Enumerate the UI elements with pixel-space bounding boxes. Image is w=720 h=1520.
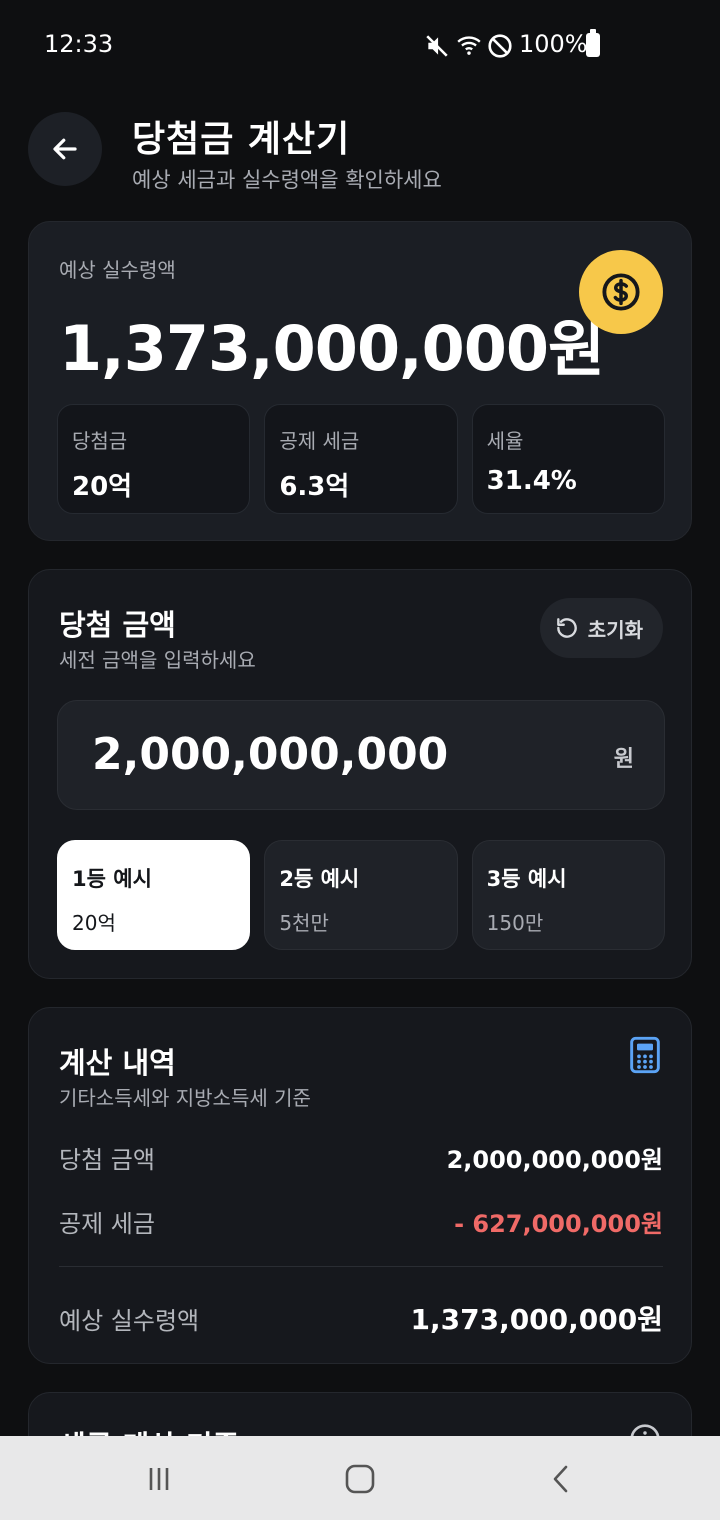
wifi-icon: [457, 36, 481, 55]
stat-tax: 공제 세금 6.3억: [264, 404, 458, 514]
net-amount-label: 예상 실수령액: [59, 258, 176, 282]
divider: [59, 1266, 663, 1267]
breakdown-row-total: 예상 실수령액 1,373,000,000원: [59, 1298, 663, 1338]
preset-amount: 5천만: [279, 911, 329, 935]
recent-apps-icon: [149, 1468, 169, 1490]
row-value: 2,000,000,000원: [446, 1146, 663, 1174]
section-subtitle: 세전 금액을 입력하세요: [59, 648, 256, 672]
section-title: 당첨 금액: [59, 608, 176, 642]
row-label: 당첨 금액: [59, 1146, 155, 1174]
mute-icon: [426, 35, 448, 57]
preset-amount: 20억: [72, 911, 116, 935]
stat-label: 당첨금: [72, 429, 128, 453]
preset-amount: 150만: [486, 911, 544, 935]
stat-value: 6.3억: [279, 472, 350, 502]
refresh-icon: [556, 618, 577, 638]
section-title: 계산 내역: [59, 1046, 176, 1080]
prize-amount-input[interactable]: 2,000,000,000 원: [57, 700, 665, 810]
breakdown-row-prize: 당첨 금액 2,000,000,000원: [59, 1140, 663, 1175]
status-bar: 12:33 100%: [0, 0, 720, 90]
stat-label: 세율: [486, 429, 524, 453]
calculation-breakdown-card: 계산 내역 기타소득세와 지방소득세 기준 당첨 금액 2,000,000,00…: [28, 1007, 692, 1364]
row-label: 예상 실수령액: [59, 1306, 200, 1335]
preset-name: 1등 예시: [72, 867, 152, 891]
preset-first-prize[interactable]: 1등 예시 20억: [57, 840, 251, 950]
stat-label: 공제 세금: [279, 429, 360, 453]
currency-unit: 원: [613, 747, 634, 772]
chevron-left-icon: [553, 1465, 568, 1493]
summary-stats: 당첨금 20억 공제 세금 6.3억 세율 31.4%: [57, 404, 665, 514]
row-value: - 627,000,000원: [454, 1210, 663, 1238]
back-button[interactable]: [28, 112, 102, 186]
page-header: 당첨금 계산기 예상 세금과 실수령액을 확인하세요: [28, 110, 692, 200]
page-title: 당첨금 계산기: [132, 119, 351, 160]
battery-icon: [586, 29, 600, 57]
dollar-coin-icon: [579, 250, 663, 334]
preset-name: 3등 예시: [486, 867, 567, 891]
preset-name: 2등 예시: [279, 867, 360, 891]
back-nav-button[interactable]: [541, 1462, 581, 1496]
arrow-left-icon: [53, 138, 77, 160]
home-button[interactable]: [340, 1462, 380, 1496]
reset-button[interactable]: 초기화: [539, 598, 663, 658]
preset-second-prize[interactable]: 2등 예시 5천만: [264, 840, 458, 950]
row-label: 공제 세금: [59, 1210, 155, 1238]
row-value: 1,373,000,000원: [410, 1303, 664, 1336]
prize-input-card: 당첨 금액 세전 금액을 입력하세요 초기화 2,000,000,000 원 1…: [28, 569, 692, 979]
breakdown-row-tax: 공제 세금 - 627,000,000원: [59, 1204, 663, 1239]
page-subtitle: 예상 세금과 실수령액을 확인하세요: [132, 168, 442, 192]
reset-label: 초기화: [587, 617, 643, 642]
net-amount-value: 1,373,000,000원: [59, 312, 605, 385]
status-time: 12:33: [44, 30, 114, 58]
stat-prize: 당첨금 20억: [57, 404, 251, 514]
stat-value: 20억: [72, 472, 133, 502]
dnd-icon: [488, 34, 512, 58]
preset-options: 1등 예시 20억 2등 예시 5천만 3등 예시 150만: [57, 840, 665, 950]
system-navigation-bar: [0, 1436, 720, 1520]
stat-value: 31.4%: [486, 466, 577, 496]
stat-rate: 세율 31.4%: [471, 404, 665, 514]
battery-percent: 100%: [519, 30, 588, 58]
net-amount-card: 예상 실수령액 1,373,000,000원 당첨금 20억 공제 세금 6.3…: [28, 221, 692, 541]
prize-amount-value: 2,000,000,000: [92, 729, 449, 780]
recent-apps-button[interactable]: [139, 1462, 179, 1496]
section-subtitle: 기타소득세와 지방소득세 기준: [59, 1086, 311, 1110]
calculator-icon: [630, 1036, 660, 1074]
preset-third-prize[interactable]: 3등 예시 150만: [471, 840, 665, 950]
home-icon: [345, 1464, 375, 1494]
